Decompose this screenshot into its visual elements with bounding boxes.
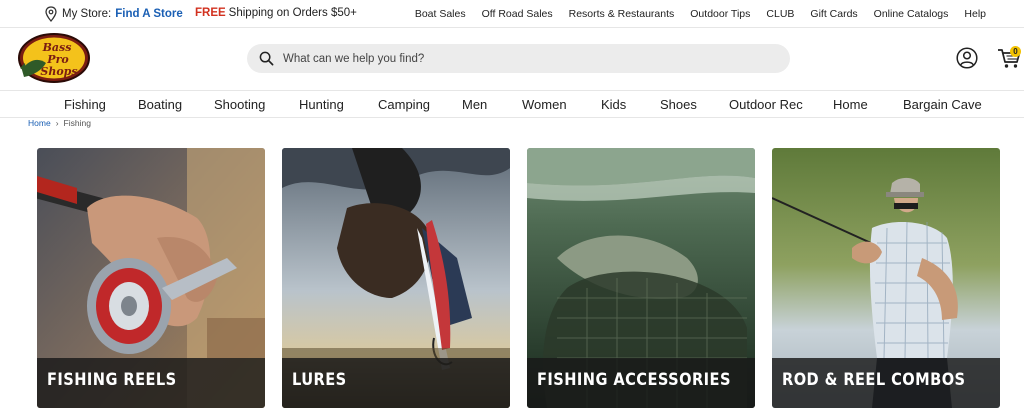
utility-link-off-road-sales[interactable]: Off Road Sales <box>482 8 553 20</box>
nav-item-home[interactable]: Home <box>833 97 868 112</box>
store-selector[interactable]: My Store: Find A Store <box>44 6 183 22</box>
utility-link-outdoor-tips[interactable]: Outdoor Tips <box>690 8 750 20</box>
tile-caption: ROD & REEL COMBOS <box>772 358 1000 408</box>
category-tile-fishing-reels[interactable]: FISHING REELS <box>37 148 265 408</box>
tile-label: LURES <box>292 370 347 390</box>
promo-free: FREE <box>195 7 226 19</box>
category-tile-rod-reel-combos[interactable]: ROD & REEL COMBOS <box>772 148 1000 408</box>
nav-item-outdoor-rec[interactable]: Outdoor Rec <box>729 97 803 112</box>
tile-caption: FISHING ACCESSORIES <box>527 358 755 408</box>
category-nav: Fishing Boating Shooting Hunting Camping… <box>0 90 1024 118</box>
tile-label: FISHING ACCESSORIES <box>537 370 731 390</box>
breadcrumb: Home › Fishing <box>28 118 91 128</box>
promo-text: Shipping on Orders $50+ <box>228 7 357 19</box>
nav-item-bargain-cave[interactable]: Bargain Cave <box>903 97 982 112</box>
svg-text:Shops: Shops <box>40 65 77 78</box>
breadcrumb-current: Fishing <box>63 118 91 128</box>
cart-count-badge: 0 <box>1010 46 1021 57</box>
account-icon[interactable] <box>956 47 978 69</box>
category-tile-fishing-accessories[interactable]: FISHING ACCESSORIES <box>527 148 755 408</box>
utility-link-boat-sales[interactable]: Boat Sales <box>415 8 466 20</box>
nav-item-kids[interactable]: Kids <box>601 97 626 112</box>
tile-caption: LURES <box>282 358 510 408</box>
nav-item-men[interactable]: Men <box>462 97 487 112</box>
utility-link-resorts-restaurants[interactable]: Resorts & Restaurants <box>569 8 675 20</box>
utility-link-gift-cards[interactable]: Gift Cards <box>810 8 857 20</box>
breadcrumb-separator: › <box>55 118 59 128</box>
nav-item-hunting[interactable]: Hunting <box>299 97 344 112</box>
nav-item-camping[interactable]: Camping <box>378 97 430 112</box>
tile-caption: FISHING REELS <box>37 358 265 408</box>
breadcrumb-home[interactable]: Home <box>28 118 51 128</box>
utility-link-online-catalogs[interactable]: Online Catalogs <box>874 8 949 20</box>
location-pin-icon <box>45 6 57 22</box>
nav-item-boating[interactable]: Boating <box>138 97 182 112</box>
nav-item-fishing[interactable]: Fishing <box>64 97 106 112</box>
shipping-promo[interactable]: FREE Shipping on Orders $50+ <box>195 7 357 19</box>
category-tile-lures[interactable]: LURES <box>282 148 510 408</box>
search-bar[interactable] <box>247 44 790 73</box>
search-icon[interactable] <box>259 51 274 66</box>
nav-item-shoes[interactable]: Shoes <box>660 97 697 112</box>
store-label: My Store: <box>62 8 112 20</box>
utility-bar: My Store: Find A Store FREE Shipping on O… <box>0 0 1024 28</box>
nav-item-women[interactable]: Women <box>522 97 567 112</box>
nav-item-shooting[interactable]: Shooting <box>214 97 265 112</box>
tile-label: ROD & REEL COMBOS <box>782 370 966 390</box>
tile-label: FISHING REELS <box>47 370 177 390</box>
search-input[interactable] <box>283 52 763 65</box>
utility-nav: Boat Sales Off Road Sales Resorts & Rest… <box>415 8 986 20</box>
site-header: Bass Pro Shops 0 <box>0 29 1024 89</box>
utility-link-help[interactable]: Help <box>964 8 986 20</box>
utility-link-club[interactable]: CLUB <box>766 8 794 20</box>
find-store-link[interactable]: Find A Store <box>115 8 183 20</box>
bass-pro-logo[interactable]: Bass Pro Shops <box>16 30 92 86</box>
